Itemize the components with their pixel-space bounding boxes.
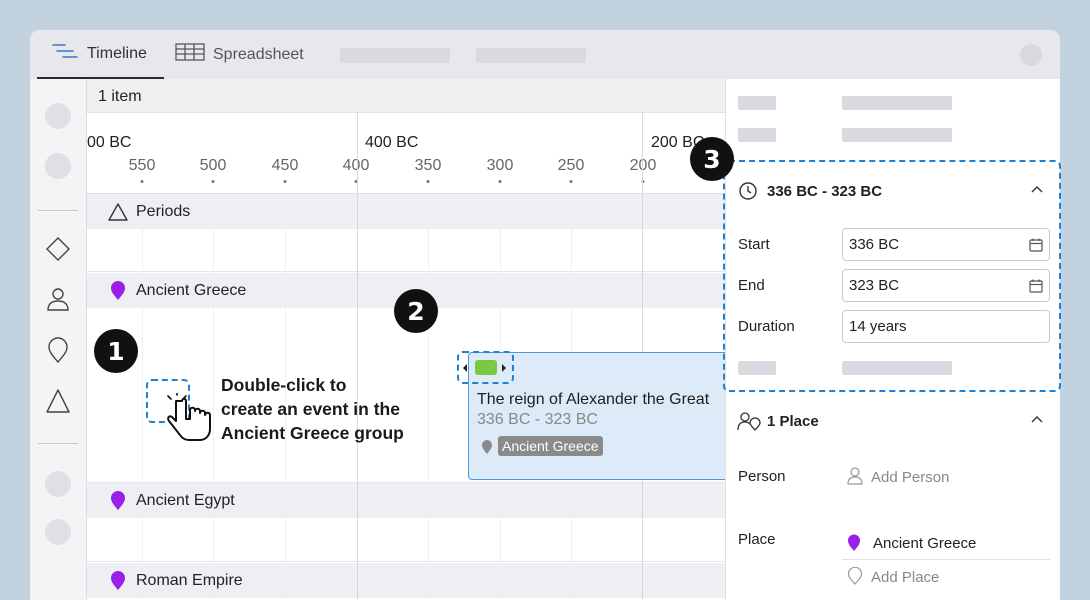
grid-line xyxy=(428,194,429,600)
scale-minor-label: 450 xyxy=(271,157,299,174)
resize-left-arrow-icon[interactable] xyxy=(463,364,467,372)
place-pin-icon xyxy=(847,534,861,557)
tab-placeholder xyxy=(340,48,450,63)
person-icon xyxy=(847,467,863,490)
sidebar-placeholder[interactable] xyxy=(45,103,71,129)
place-pin-icon[interactable] xyxy=(45,337,71,363)
sidebar-placeholder[interactable] xyxy=(45,519,71,545)
chevron-up-icon[interactable] xyxy=(1030,413,1044,432)
spreadsheet-icon xyxy=(175,42,205,67)
add-person-button[interactable]: Add Person xyxy=(871,469,949,486)
scale-minor-label: 550 xyxy=(128,157,156,174)
scale-major-label: 00 BC xyxy=(87,134,132,151)
event-color-handle[interactable] xyxy=(475,360,497,375)
place-pin-icon xyxy=(481,439,493,460)
timeline-icon xyxy=(51,41,79,66)
timeline-view[interactable]: 1 item 00 BC 400 BC 200 BC 550 500 450 4… xyxy=(87,79,725,600)
scale-minor-label: 350 xyxy=(414,157,442,174)
tab-spreadsheet[interactable]: Spreadsheet xyxy=(175,30,304,79)
left-sidebar xyxy=(30,79,87,600)
tab-placeholder xyxy=(476,48,586,63)
resize-right-arrow-icon[interactable] xyxy=(502,364,506,372)
callout-line: create an event in the xyxy=(221,399,400,419)
scale-minor-label: 400 xyxy=(342,157,370,174)
event-diamond-icon[interactable] xyxy=(45,236,71,262)
group-row-periods[interactable]: Periods xyxy=(87,194,725,229)
scale-tick xyxy=(283,180,287,183)
step-badge-3: 3 xyxy=(690,137,734,181)
place-pin-icon xyxy=(847,566,863,590)
period-triangle-icon xyxy=(107,202,129,221)
sidebar-divider xyxy=(38,443,78,444)
grid-line xyxy=(142,194,143,600)
grid-line xyxy=(213,194,214,600)
group-label: Ancient Egypt xyxy=(136,491,235,509)
callout-3-highlight xyxy=(723,160,1061,392)
group-row-roman-empire[interactable]: Roman Empire xyxy=(87,563,725,598)
scale-tick xyxy=(140,180,144,183)
scale-major-label: 400 BC xyxy=(365,134,419,151)
place-pin-icon xyxy=(107,570,129,591)
grid-line-major xyxy=(357,113,358,600)
scale-minor-label: 300 xyxy=(486,157,514,174)
person-icon[interactable] xyxy=(45,286,71,312)
tab-timeline[interactable]: Timeline xyxy=(37,30,164,79)
scale-minor-label: 500 xyxy=(199,157,227,174)
callout-line: Ancient Greece group xyxy=(221,423,404,443)
detail-placeholder xyxy=(842,96,952,110)
detail-placeholder xyxy=(842,128,952,142)
add-place-button[interactable]: Add Place xyxy=(871,569,939,586)
row-divider xyxy=(87,561,725,562)
person-place-icon xyxy=(737,411,761,436)
hand-cursor-icon xyxy=(165,391,213,448)
step-badge-1: 1 xyxy=(94,329,138,373)
callout-text: Double-click to create an event in the A… xyxy=(221,373,404,445)
top-bar: Timeline Spreadsheet xyxy=(30,30,1060,79)
callout-line: Double-click to xyxy=(221,375,347,395)
step-badge-2: 2 xyxy=(394,289,438,333)
place-value[interactable]: Ancient Greece xyxy=(873,535,976,552)
scale-tick xyxy=(211,180,215,183)
scale-tick xyxy=(426,180,430,183)
event-group-tag[interactable]: Ancient Greece xyxy=(498,436,603,456)
group-label: Periods xyxy=(136,202,191,220)
place-pin-icon xyxy=(107,490,129,511)
scale-minor-label: 200 xyxy=(629,157,657,174)
timeline-item-count: 1 item xyxy=(87,79,725,113)
group-label: Ancient Greece xyxy=(136,281,247,299)
timeline-scale: 00 BC 400 BC 200 BC 550 500 450 400 350 … xyxy=(87,113,725,194)
profile-placeholder[interactable] xyxy=(1020,44,1042,66)
scale-tick xyxy=(569,180,573,183)
period-triangle-icon[interactable] xyxy=(45,388,71,414)
group-label: Roman Empire xyxy=(136,571,243,589)
place-pin-icon xyxy=(107,280,129,301)
event-title: The reign of Alexander the Great xyxy=(477,391,710,408)
sidebar-placeholder[interactable] xyxy=(45,471,71,497)
row-divider xyxy=(87,271,725,272)
place-label: Place xyxy=(738,531,776,548)
tab-spreadsheet-label: Spreadsheet xyxy=(213,45,304,63)
place-section-title: 1 Place xyxy=(767,413,819,430)
divider xyxy=(842,559,1050,560)
sidebar-placeholder[interactable] xyxy=(45,153,71,179)
tab-timeline-label: Timeline xyxy=(87,44,147,62)
detail-placeholder xyxy=(738,128,776,142)
sidebar-divider xyxy=(38,210,78,211)
scale-tick xyxy=(498,180,502,183)
group-row-ancient-egypt[interactable]: Ancient Egypt xyxy=(87,483,725,518)
person-label: Person xyxy=(738,468,786,485)
scale-minor-label: 250 xyxy=(557,157,585,174)
event-dates: 336 BC - 323 BC xyxy=(477,411,598,428)
detail-placeholder xyxy=(738,96,776,110)
